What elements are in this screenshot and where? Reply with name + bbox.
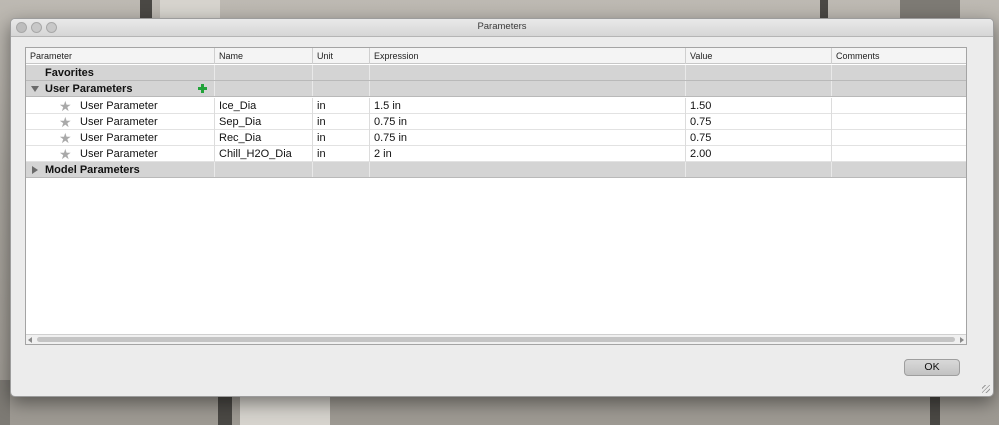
parameter-type: User Parameter [80,148,158,160]
parameter-expression[interactable]: 2 in [369,146,685,162]
add-parameter-plus-icon[interactable] [198,84,207,93]
table-header: Parameter Name Unit Expression Value Com… [26,48,966,64]
favorite-star-icon[interactable]: ★ [59,115,72,129]
parameter-type: User Parameter [80,116,158,128]
scrollbar-thumb[interactable] [37,337,955,342]
table-row[interactable]: ★ User Parameter Chill_H2O_Dia in 2 in 2… [26,146,966,162]
favorite-star-icon[interactable]: ★ [59,131,72,145]
parameter-value: 2.00 [685,146,831,162]
parameter-value: 0.75 [685,130,831,146]
ok-button[interactable]: OK [904,359,960,376]
parameter-unit[interactable]: in [312,114,369,130]
column-header-parameter[interactable]: Parameter [26,48,214,64]
group-row-model-parameters[interactable]: Model Parameters [26,162,966,178]
scroll-right-arrow-icon[interactable] [960,337,964,343]
table-row[interactable]: ★ User Parameter Rec_Dia in 0.75 in 0.75 [26,130,966,146]
group-label-model-parameters: Model Parameters [45,164,140,176]
parameter-expression[interactable]: 0.75 in [369,114,685,130]
parameter-type: User Parameter [80,132,158,144]
parameter-name[interactable]: Sep_Dia [214,114,312,130]
table-row[interactable]: ★ User Parameter Sep_Dia in 0.75 in 0.75 [26,114,966,130]
table-row[interactable]: ★ User Parameter Ice_Dia in 1.5 in 1.50 [26,98,966,114]
column-header-name[interactable]: Name [214,48,312,64]
disclosure-open-icon[interactable] [31,86,39,92]
group-row-favorites[interactable]: Favorites [26,65,966,81]
parameter-value: 1.50 [685,98,831,114]
parameter-comments[interactable] [831,98,968,114]
parameter-name[interactable]: Ice_Dia [214,98,312,114]
parameter-name[interactable]: Rec_Dia [214,130,312,146]
parameter-unit[interactable]: in [312,146,369,162]
parameters-dialog: Parameters Parameter Name Unit Expressio… [10,18,994,397]
group-label-favorites: Favorites [45,67,94,79]
parameter-comments[interactable] [831,114,968,130]
column-header-expression[interactable]: Expression [369,48,685,64]
parameter-unit[interactable]: in [312,130,369,146]
parameter-expression[interactable]: 0.75 in [369,130,685,146]
column-header-unit[interactable]: Unit [312,48,369,64]
disclosure-closed-icon[interactable] [32,166,38,174]
resize-grip-icon[interactable] [982,385,990,393]
favorite-star-icon[interactable]: ★ [59,99,72,113]
parameters-table: Parameter Name Unit Expression Value Com… [25,47,967,345]
parameter-type: User Parameter [80,100,158,112]
parameter-expression[interactable]: 1.5 in [369,98,685,114]
title-bar[interactable]: Parameters [11,19,993,37]
parameter-unit[interactable]: in [312,98,369,114]
favorite-star-icon[interactable]: ★ [59,147,72,161]
group-row-user-parameters[interactable]: User Parameters [26,81,966,97]
window-title: Parameters [477,21,527,32]
parameter-value: 0.75 [685,114,831,130]
column-header-comments[interactable]: Comments [831,48,968,64]
group-label-user-parameters: User Parameters [45,83,133,95]
parameter-name[interactable]: Chill_H2O_Dia [214,146,312,162]
parameter-comments[interactable] [831,130,968,146]
column-header-value[interactable]: Value [685,48,831,64]
horizontal-scrollbar[interactable] [26,334,966,344]
parameter-comments[interactable] [831,146,968,162]
scroll-left-arrow-icon[interactable] [28,337,32,343]
